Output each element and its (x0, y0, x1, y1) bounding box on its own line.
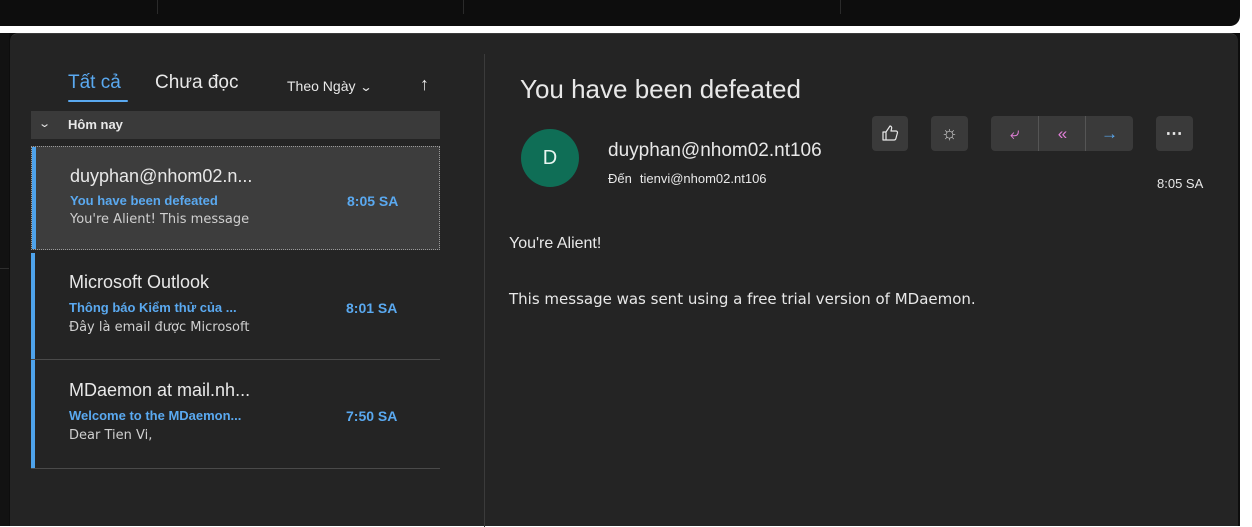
title-bar-divider (463, 0, 464, 14)
title-bar-background (0, 0, 1240, 26)
sender-name: Microsoft Outlook (69, 272, 210, 292)
message-preview: You're Alient! This message (70, 212, 250, 227)
reply-all-button[interactable]: « (1038, 116, 1086, 151)
message-preview: Đây là email được Microsoft (69, 320, 250, 335)
recipient-address[interactable]: tienvi@nhom02.nt106 (640, 171, 767, 186)
sender-name: duyphan@nhom02.n... (70, 166, 253, 186)
recipient-line: Đến tienvi@nhom02.nt106 (608, 171, 767, 186)
reply-all-icon: « (1057, 124, 1068, 143)
message-preview: Dear Tien Vi, (69, 428, 153, 443)
message-list-pane: Tất cả Chưa đọc Theo Ngày ⌄ ↑ ⌄ Hôm nay d… (10, 34, 484, 527)
sender-address[interactable]: duyphan@nhom02.nt106 (608, 140, 840, 162)
list-item[interactable]: duyphan@nhom02.n... You have been defeat… (31, 146, 440, 250)
unread-accent-bar (31, 253, 35, 359)
sort-direction-button[interactable]: ↑ (420, 74, 429, 95)
tab-all-underline (68, 100, 128, 102)
unread-accent-bar (32, 147, 36, 249)
pane-divider[interactable] (484, 54, 485, 527)
left-rail (0, 33, 9, 526)
received-time: 7:50 SA (346, 408, 398, 424)
sun-icon: ☼ (940, 123, 959, 144)
app-frame: Tất cả Chưa đọc Theo Ngày ⌄ ↑ ⌄ Hôm nay d… (0, 33, 1240, 527)
chevron-down-icon: ⌄ (359, 80, 374, 94)
reply-button[interactable]: ⤶ (991, 116, 1038, 151)
list-item[interactable]: MDaemon at mail.nh... Welcome to the MDa… (31, 360, 440, 469)
message-time: 8:05 SA (1157, 176, 1204, 191)
group-label: Hôm nay (68, 117, 123, 132)
more-button[interactable]: ⋯ (1156, 116, 1193, 151)
forward-button[interactable]: → (1085, 116, 1133, 151)
avatar[interactable]: D (521, 129, 579, 187)
like-button[interactable] (872, 116, 908, 151)
sort-label: Theo Ngày (287, 78, 356, 94)
chevron-down-icon: ⌄ (38, 118, 52, 130)
title-bar-divider (840, 0, 841, 14)
received-time: 8:01 SA (346, 300, 398, 316)
sender-name: MDaemon at mail.nh... (69, 380, 251, 400)
thumbs-up-icon (882, 125, 899, 141)
title-bar (0, 0, 1252, 33)
reply-icon: ⤶ (1009, 124, 1020, 143)
sort-dropdown[interactable]: Theo Ngày ⌄ (287, 78, 374, 94)
left-rail-mark (0, 268, 9, 269)
respond-button-group: ⤶ « → (991, 116, 1133, 151)
message-body-line: You're Alient! (509, 235, 602, 252)
unread-accent-bar (31, 360, 35, 468)
more-icon: ⋯ (1165, 124, 1184, 143)
subject-line: Thông báo Kiểm thử của ... (69, 300, 237, 315)
list-item[interactable]: Microsoft Outlook Thông báo Kiểm thử của… (31, 253, 440, 360)
received-time: 8:05 SA (347, 193, 399, 209)
tab-all[interactable]: Tất cả (68, 72, 121, 94)
subject-line: You have been defeated (70, 193, 218, 208)
mail-panel: Tất cả Chưa đọc Theo Ngày ⌄ ↑ ⌄ Hôm nay d… (10, 33, 1238, 527)
forward-icon: → (1101, 124, 1118, 143)
sun-button[interactable]: ☼ (931, 116, 968, 151)
to-label: Đến (608, 171, 632, 186)
message-body-line: This message was sent using a free trial… (509, 290, 976, 308)
title-bar-divider (157, 0, 158, 14)
subject-line: Welcome to the MDaemon... (69, 408, 242, 423)
message-title: You have been defeated (520, 74, 801, 104)
tab-unread[interactable]: Chưa đọc (155, 72, 239, 94)
group-header-today[interactable]: ⌄ Hôm nay (31, 111, 440, 139)
